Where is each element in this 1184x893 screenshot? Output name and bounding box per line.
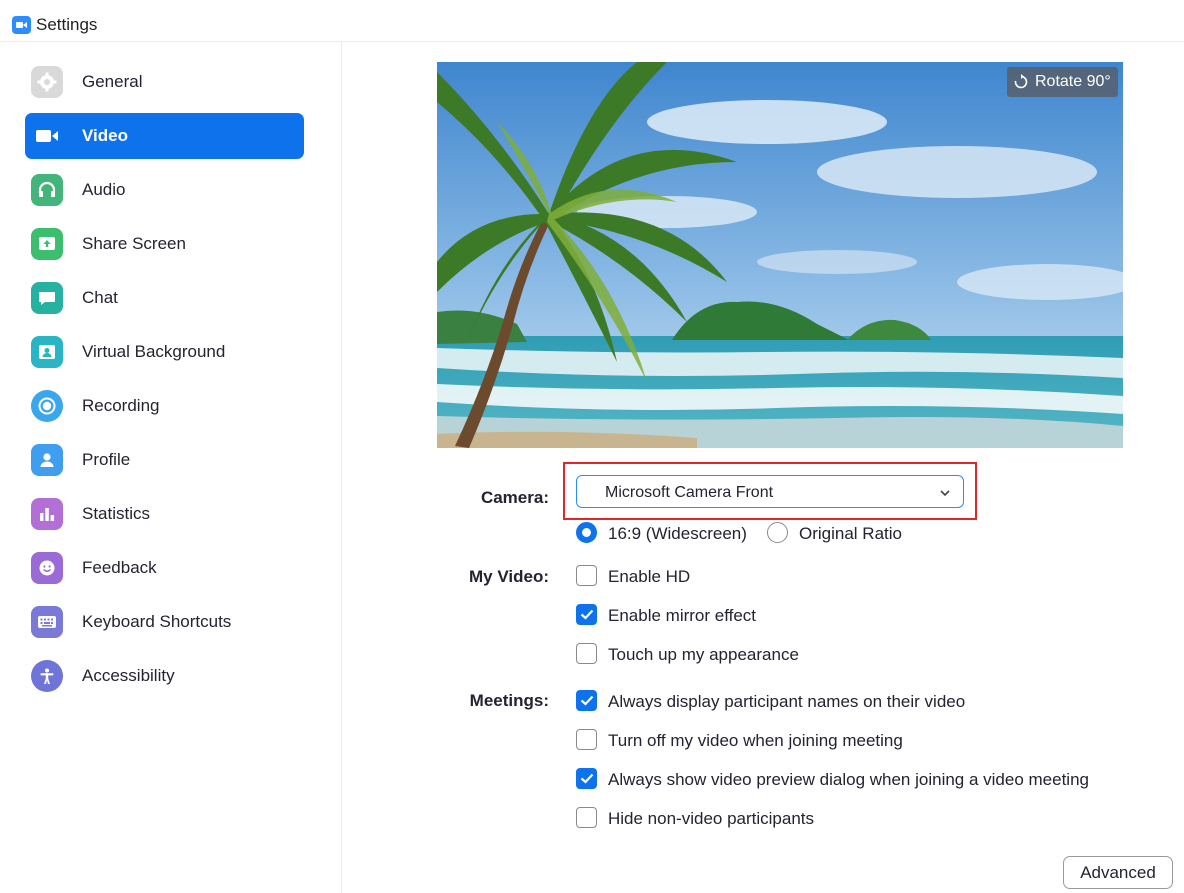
checkbox-hide-non-video-label: Hide non-video participants bbox=[608, 809, 815, 828]
sidebar-item-label: Virtual Background bbox=[82, 342, 226, 361]
chevron-down-icon bbox=[939, 485, 951, 503]
sidebar-item-keyboard-shortcuts[interactable]: Keyboard Shortcuts bbox=[25, 599, 304, 645]
checkbox-touch-up-label: Touch up my appearance bbox=[608, 645, 799, 664]
checkbox-hide-non-video[interactable] bbox=[576, 807, 597, 828]
checkbox-turn-off-video[interactable] bbox=[576, 729, 597, 750]
radio-widescreen[interactable] bbox=[576, 522, 597, 543]
sidebar-item-label: Chat bbox=[82, 288, 118, 307]
sidebar-item-label: Feedback bbox=[82, 558, 157, 577]
sidebar-item-label: Video bbox=[82, 126, 128, 145]
checkbox-enable-hd[interactable] bbox=[576, 565, 597, 586]
checkbox-preview-dialog-label: Always show video preview dialog when jo… bbox=[608, 770, 1089, 789]
camera-select-value: Microsoft Camera Front bbox=[605, 484, 774, 501]
sidebar-item-audio[interactable]: Audio bbox=[25, 167, 304, 213]
sidebar-item-recording[interactable]: Recording bbox=[25, 383, 304, 429]
virtual-background-icon bbox=[31, 336, 63, 368]
sidebar-item-label: Accessibility bbox=[82, 666, 175, 685]
window-title: Settings bbox=[36, 15, 98, 34]
beach-palm-tree-image bbox=[437, 62, 1123, 448]
checkbox-mirror-effect-label: Enable mirror effect bbox=[608, 606, 757, 625]
radio-original-ratio[interactable] bbox=[767, 522, 788, 543]
radio-widescreen-label: 16:9 (Widescreen) bbox=[608, 524, 747, 543]
title-bar: Settings bbox=[0, 0, 1184, 42]
headphones-icon bbox=[31, 174, 63, 206]
camera-label: Camera: bbox=[480, 488, 549, 507]
checkmark-icon bbox=[580, 773, 594, 784]
radio-original-ratio-label: Original Ratio bbox=[799, 524, 902, 543]
zoom-camera-icon bbox=[12, 16, 31, 34]
smiley-icon bbox=[31, 552, 63, 584]
rotate-icon bbox=[1014, 74, 1028, 89]
bar-chart-icon bbox=[31, 498, 63, 530]
rotate-button[interactable]: Rotate 90° bbox=[1007, 67, 1118, 97]
checkbox-turn-off-video-label: Turn off my video when joining meeting bbox=[608, 731, 903, 750]
chat-bubble-icon bbox=[31, 282, 63, 314]
my-video-label: My Video: bbox=[469, 567, 549, 586]
checkbox-enable-hd-label: Enable HD bbox=[608, 567, 691, 586]
sidebar-item-share-screen[interactable]: Share Screen bbox=[25, 221, 304, 267]
checkbox-display-names-label: Always display participant names on thei… bbox=[608, 692, 966, 711]
meetings-label: Meetings: bbox=[469, 691, 549, 710]
sidebar-item-label: Recording bbox=[82, 396, 160, 415]
sidebar-item-virtual-background[interactable]: Virtual Background bbox=[25, 329, 304, 375]
rotate-label: Rotate 90° bbox=[1035, 73, 1111, 90]
sidebar-item-label: Share Screen bbox=[82, 234, 186, 253]
sidebar-item-accessibility[interactable]: Accessibility bbox=[25, 653, 304, 699]
sidebar-item-video[interactable]: Video bbox=[25, 113, 304, 159]
camera-select[interactable]: Microsoft Camera Front bbox=[576, 475, 964, 508]
accessibility-icon bbox=[31, 660, 63, 692]
sidebar-item-general[interactable]: General bbox=[25, 59, 304, 105]
sidebar-item-statistics[interactable]: Statistics bbox=[25, 491, 304, 537]
checkmark-icon bbox=[580, 609, 594, 620]
sidebar-item-profile[interactable]: Profile bbox=[25, 437, 304, 483]
gear-icon bbox=[31, 66, 63, 98]
checkmark-icon bbox=[580, 695, 594, 706]
checkbox-mirror-effect[interactable] bbox=[576, 604, 597, 625]
checkbox-touch-up[interactable] bbox=[576, 643, 597, 664]
video-camera-icon bbox=[31, 120, 63, 152]
checkbox-display-names[interactable] bbox=[576, 690, 597, 711]
person-icon bbox=[31, 444, 63, 476]
checkbox-preview-dialog[interactable] bbox=[576, 768, 597, 789]
keyboard-icon bbox=[31, 606, 63, 638]
sidebar-item-label: Profile bbox=[82, 450, 131, 469]
sidebar: General Video Audio Share Screen Chat Vi… bbox=[0, 42, 342, 893]
video-preview bbox=[437, 62, 1123, 448]
sidebar-item-label: Statistics bbox=[82, 504, 151, 523]
sidebar-item-label: Audio bbox=[82, 180, 126, 199]
sidebar-item-feedback[interactable]: Feedback bbox=[25, 545, 304, 591]
advanced-button[interactable]: Advanced bbox=[1063, 856, 1173, 889]
sidebar-item-label: Keyboard Shortcuts bbox=[82, 612, 232, 631]
record-icon bbox=[31, 390, 63, 422]
share-screen-icon bbox=[31, 228, 63, 260]
sidebar-item-label: General bbox=[82, 72, 143, 91]
sidebar-item-chat[interactable]: Chat bbox=[25, 275, 304, 321]
